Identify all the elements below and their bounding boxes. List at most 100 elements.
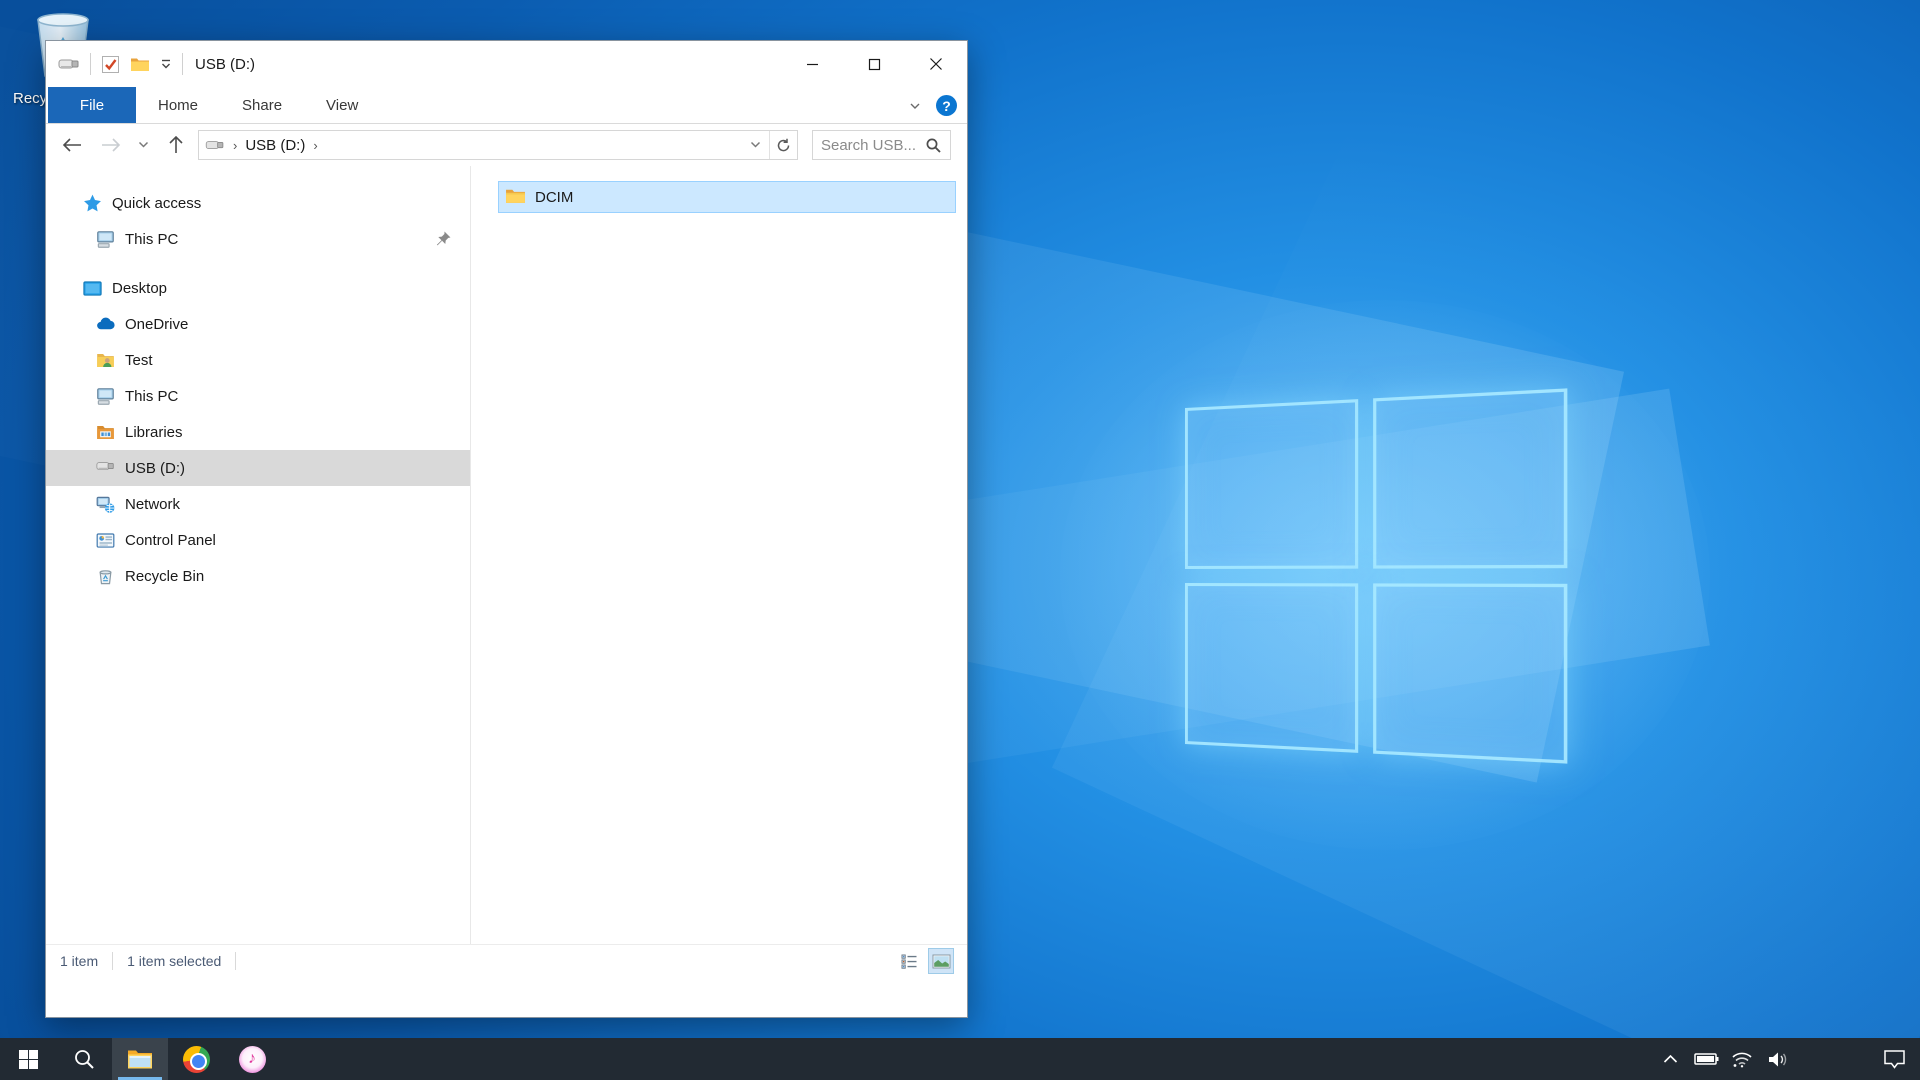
control-panel-icon (96, 531, 115, 550)
refresh-button[interactable] (769, 131, 797, 159)
sidebar-item-label: This PC (125, 231, 178, 248)
sidebar-item-libraries[interactable]: Libraries (46, 414, 470, 450)
sidebar-item-quick-access[interactable]: Quick access (46, 185, 470, 221)
sidebar-item-label: Quick access (112, 195, 201, 212)
status-bar: 1 item 1 item selected (46, 944, 967, 976)
hidden-icons-chevron[interactable] (1652, 1038, 1688, 1080)
tab-file[interactable]: File (48, 87, 136, 123)
sidebar-item-desktop[interactable]: Desktop (46, 270, 470, 306)
battery-icon[interactable] (1688, 1038, 1724, 1080)
file-name: DCIM (535, 189, 573, 206)
customize-toolbar-chevron[interactable] (160, 58, 172, 70)
maximize-button[interactable] (843, 41, 905, 87)
taskbar-chrome-button[interactable] (168, 1038, 224, 1080)
usb-drive-icon (205, 138, 225, 152)
sidebar-item-this-pc[interactable]: This PC (46, 378, 470, 414)
window-title: USB (D:) (195, 56, 255, 73)
selection-info: 1 item selected (113, 953, 235, 969)
sidebar-item-test[interactable]: Test (46, 342, 470, 378)
logo-pane (1185, 399, 1358, 569)
file-explorer-icon (127, 1049, 153, 1070)
action-center-icon[interactable] (1868, 1038, 1920, 1080)
logo-pane (1185, 583, 1358, 753)
breadcrumb-chevron[interactable]: › (229, 138, 241, 153)
search-icon[interactable] (925, 137, 942, 154)
sidebar-item-label: Recycle Bin (125, 568, 204, 585)
user-folder-icon (96, 351, 115, 370)
details-view-icon[interactable] (897, 949, 921, 973)
breadcrumb-segment[interactable]: USB (D:) (245, 137, 305, 154)
sidebar-item-label: This PC (125, 388, 178, 405)
checkmark-document-icon[interactable] (101, 55, 120, 74)
status-separator (235, 952, 236, 970)
tab-share[interactable]: Share (220, 87, 304, 123)
sidebar-item-usb-d[interactable]: USB (D:) (46, 450, 470, 486)
sidebar-item-onedrive[interactable]: OneDrive (46, 306, 470, 342)
taskbar-search-button[interactable] (56, 1038, 112, 1080)
usb-drive-icon (96, 459, 115, 478)
quick-access-toolbar (46, 53, 183, 75)
ribbon-tab-strip: File Home Share View ? (46, 87, 967, 124)
taskbar-itunes-button[interactable]: ♪ (224, 1038, 280, 1080)
sidebar-item-control-panel[interactable]: Control Panel (46, 522, 470, 558)
navigation-pane: Quick access This PC Desktop (46, 166, 471, 944)
toolbar-separator (90, 53, 91, 75)
title-bar[interactable]: USB (D:) (46, 41, 967, 87)
caption-buttons (781, 41, 967, 87)
itunes-icon: ♪ (239, 1046, 266, 1073)
tab-home[interactable]: Home (136, 87, 220, 123)
libraries-icon (96, 423, 115, 442)
recycle-bin-icon (96, 567, 115, 586)
taskbar-file-explorer-button[interactable] (112, 1038, 168, 1080)
files-pane[interactable]: DCIM (471, 166, 967, 944)
large-thumbnails-view-icon[interactable] (929, 949, 953, 973)
address-dropdown-chevron[interactable] (743, 131, 769, 159)
this-pc-icon (96, 230, 115, 249)
close-button[interactable] (905, 41, 967, 87)
back-button[interactable] (56, 130, 88, 160)
folder-icon (505, 187, 526, 208)
start-button[interactable] (0, 1038, 56, 1080)
search-icon (73, 1048, 95, 1070)
help-button[interactable]: ? (936, 95, 957, 116)
desktop: Recy (0, 0, 1920, 1080)
logo-pane (1373, 583, 1567, 763)
file-item-dcim[interactable]: DCIM (498, 181, 956, 213)
item-count: 1 item (46, 953, 112, 969)
sidebar-item-label: Network (125, 496, 180, 513)
logo-pane (1373, 388, 1567, 568)
address-row: › USB (D:) › (46, 124, 967, 166)
folder-icon[interactable] (130, 56, 150, 72)
recent-locations-chevron[interactable] (133, 130, 154, 160)
expand-ribbon-chevron-icon[interactable] (908, 99, 922, 113)
address-bar[interactable]: › USB (D:) › (198, 130, 798, 160)
quick-access-star-icon (83, 194, 102, 213)
breadcrumb-chevron[interactable]: › (309, 138, 321, 153)
tab-view[interactable]: View (304, 87, 380, 123)
system-tray (1652, 1038, 1920, 1080)
usb-drive-icon (58, 56, 80, 72)
breadcrumb: › USB (D:) › (199, 137, 743, 154)
search-box (812, 130, 951, 160)
sidebar-item-this-pc-pinned[interactable]: This PC (46, 221, 470, 257)
this-pc-icon (96, 387, 115, 406)
chrome-icon (183, 1046, 210, 1073)
sidebar-item-label: OneDrive (125, 316, 188, 333)
sidebar-item-network[interactable]: Network (46, 486, 470, 522)
up-button[interactable] (160, 130, 192, 160)
sidebar-item-recycle-bin[interactable]: Recycle Bin (46, 558, 470, 594)
desktop-icon (83, 279, 102, 298)
volume-icon[interactable] (1760, 1038, 1796, 1080)
onedrive-cloud-icon (96, 315, 115, 334)
network-icon (96, 495, 115, 514)
pin-icon (435, 230, 452, 251)
search-input[interactable] (813, 132, 925, 158)
file-explorer-window: USB (D:) File Home Share View (45, 40, 968, 1018)
wifi-icon[interactable] (1724, 1038, 1760, 1080)
forward-button[interactable] (94, 130, 126, 160)
minimize-button[interactable] (781, 41, 843, 87)
toolbar-separator (182, 53, 183, 75)
sidebar-item-label: Desktop (112, 280, 167, 297)
window-body: Quick access This PC Desktop (46, 166, 967, 944)
address-bar-tools (743, 131, 797, 159)
